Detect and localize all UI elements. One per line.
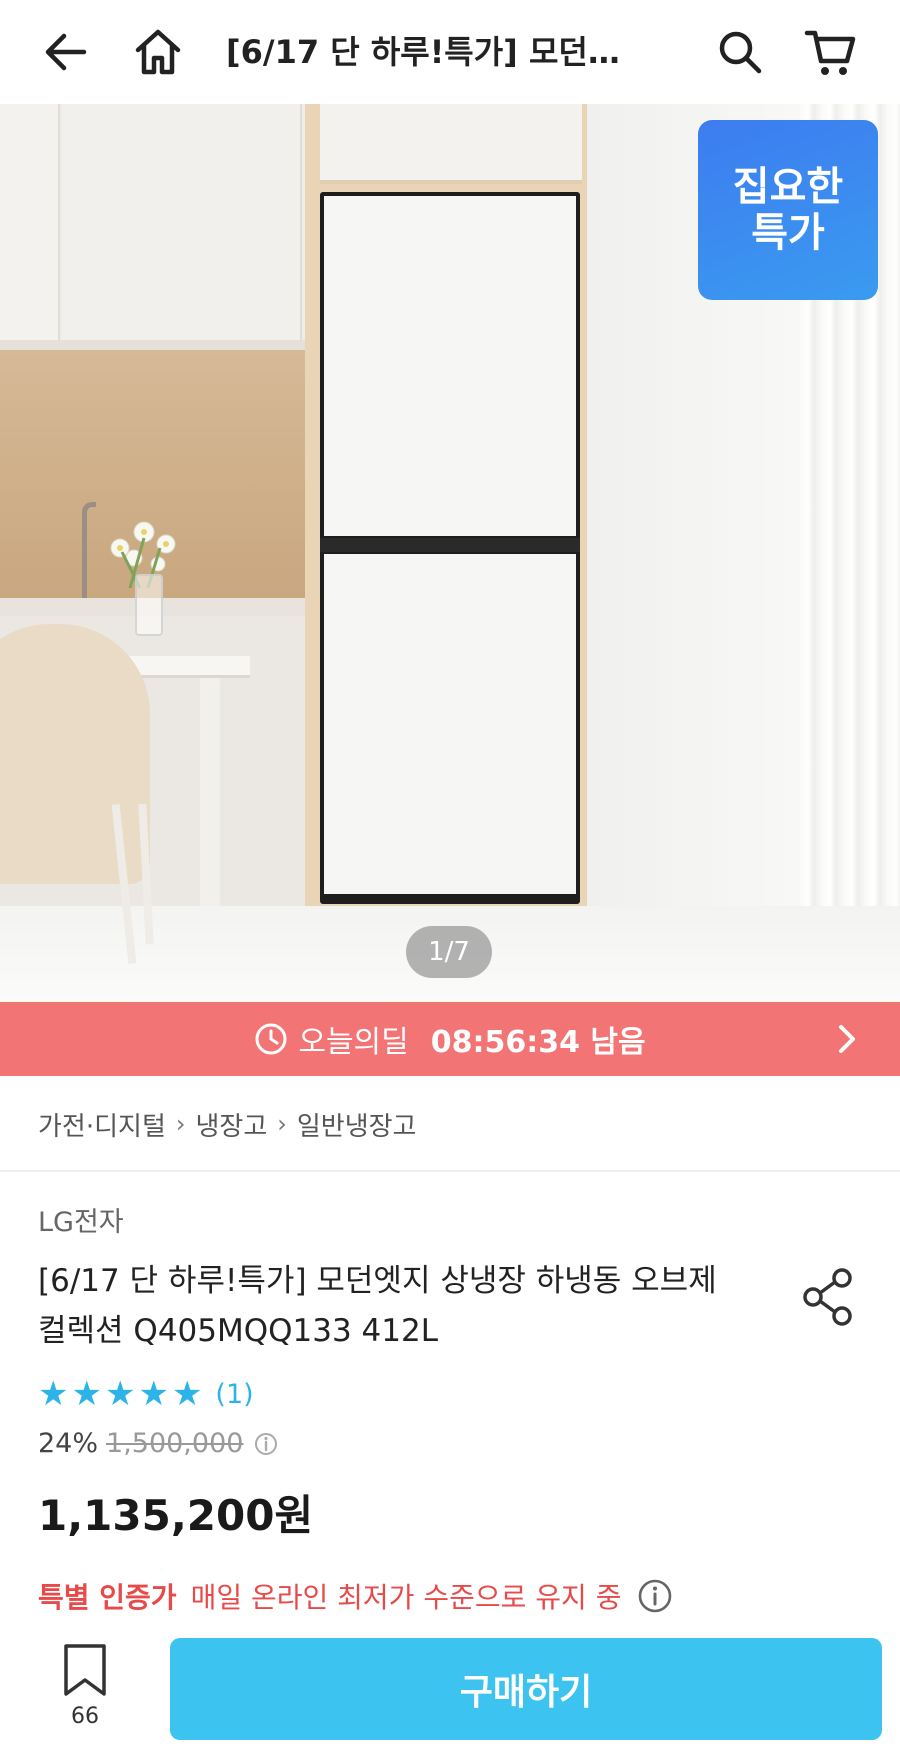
deal-label: 오늘의딜 [298,1025,409,1060]
image-page-indicator: 1/7 [406,926,492,978]
search-icon [719,31,762,74]
product-image-carousel[interactable]: 집요한 특가 1/7 [0,104,900,1002]
chair [0,624,150,884]
back-button[interactable] [36,22,96,82]
sale-price: 1,135,200원 [38,1491,314,1540]
badge-line-2: 특가 [751,210,825,256]
special-deal-badge: 집요한 특가 [698,120,878,300]
search-button[interactable] [710,22,770,82]
original-price: 1,500,000 [106,1428,244,1459]
deal-countdown: 08:56:34 남음 [430,1025,646,1060]
bookmark-button[interactable]: 66 [40,1642,130,1742]
arrow-left-icon [45,33,87,71]
chevron-right-icon: › [277,1110,287,1138]
product-title: [6/17 단 하루!특가] 모던엣지 상냉장 하냉동 오브제컬렉션 Q405M… [38,1263,717,1349]
refrigerator-image [320,192,580,904]
fridge-door-bottom [324,554,576,894]
star-icon: ★ [138,1374,169,1414]
brand-name[interactable]: LG전자 [38,1200,124,1239]
special-price-row: 특별 인증가 매일 온라인 최저가 수준으로 유지 중 [38,1576,673,1616]
chevron-right-icon: › [175,1110,186,1138]
rating-row[interactable]: ★ ★ ★ ★ ★ (1) [38,1374,254,1414]
review-count[interactable]: (1) [215,1379,253,1410]
breadcrumb-item[interactable]: 가전·디지털 [38,1106,166,1143]
badge-line-1: 집요한 [732,164,844,210]
cart-icon [804,30,856,75]
breadcrumb-item[interactable]: 냉장고 [195,1106,267,1143]
clock-icon [255,1023,287,1055]
share-button[interactable] [800,1266,856,1328]
fridge-door-gap [320,538,580,552]
special-price-label: 특별 인증가 [38,1581,177,1614]
star-icon: ★ [171,1374,203,1414]
page-title: [6/17 단 하루!특가] 모던… [226,33,620,71]
buy-button[interactable]: 구매하기 [170,1638,882,1740]
special-price-text: 매일 온라인 최저가 수준으로 유지 중 [190,1581,622,1614]
bookmark-icon [64,1644,106,1696]
cabinet-trim [0,340,305,350]
top-app-bar: [6/17 단 하루!특가] 모던… [0,0,900,104]
home-icon [135,29,181,75]
faucet [82,502,96,602]
share-icon [803,1268,852,1326]
chevron-right-icon [839,1025,855,1053]
upper-cabinet [0,104,60,340]
price-row: 24% 1,500,000 [38,1428,279,1459]
discount-rate: 24% [38,1428,99,1459]
breadcrumb: 가전·디지털 › 냉장고 › 일반냉장고 [38,1098,416,1150]
star-icon: ★ [104,1374,136,1414]
bottom-action-bar: 66 구매하기 [0,1626,900,1756]
bookmark-count: 66 [71,1704,99,1729]
table-leg [200,678,220,906]
niche-top-cabinet [320,104,582,184]
star-rating: ★ ★ ★ ★ ★ [38,1374,205,1414]
info-icon[interactable] [253,1431,279,1457]
star-icon: ★ [38,1374,69,1414]
vase [135,574,163,636]
cart-button[interactable] [800,22,860,82]
info-icon[interactable] [637,1578,673,1614]
upper-cabinet [62,104,302,340]
divider [0,1170,900,1172]
fridge-door-top [324,196,576,536]
breadcrumb-item[interactable]: 일반냉장고 [297,1106,417,1143]
todays-deal-bar[interactable]: 오늘의딜 08:56:34 남음 [0,1002,900,1076]
home-button[interactable] [128,22,188,82]
star-icon: ★ [71,1374,102,1414]
